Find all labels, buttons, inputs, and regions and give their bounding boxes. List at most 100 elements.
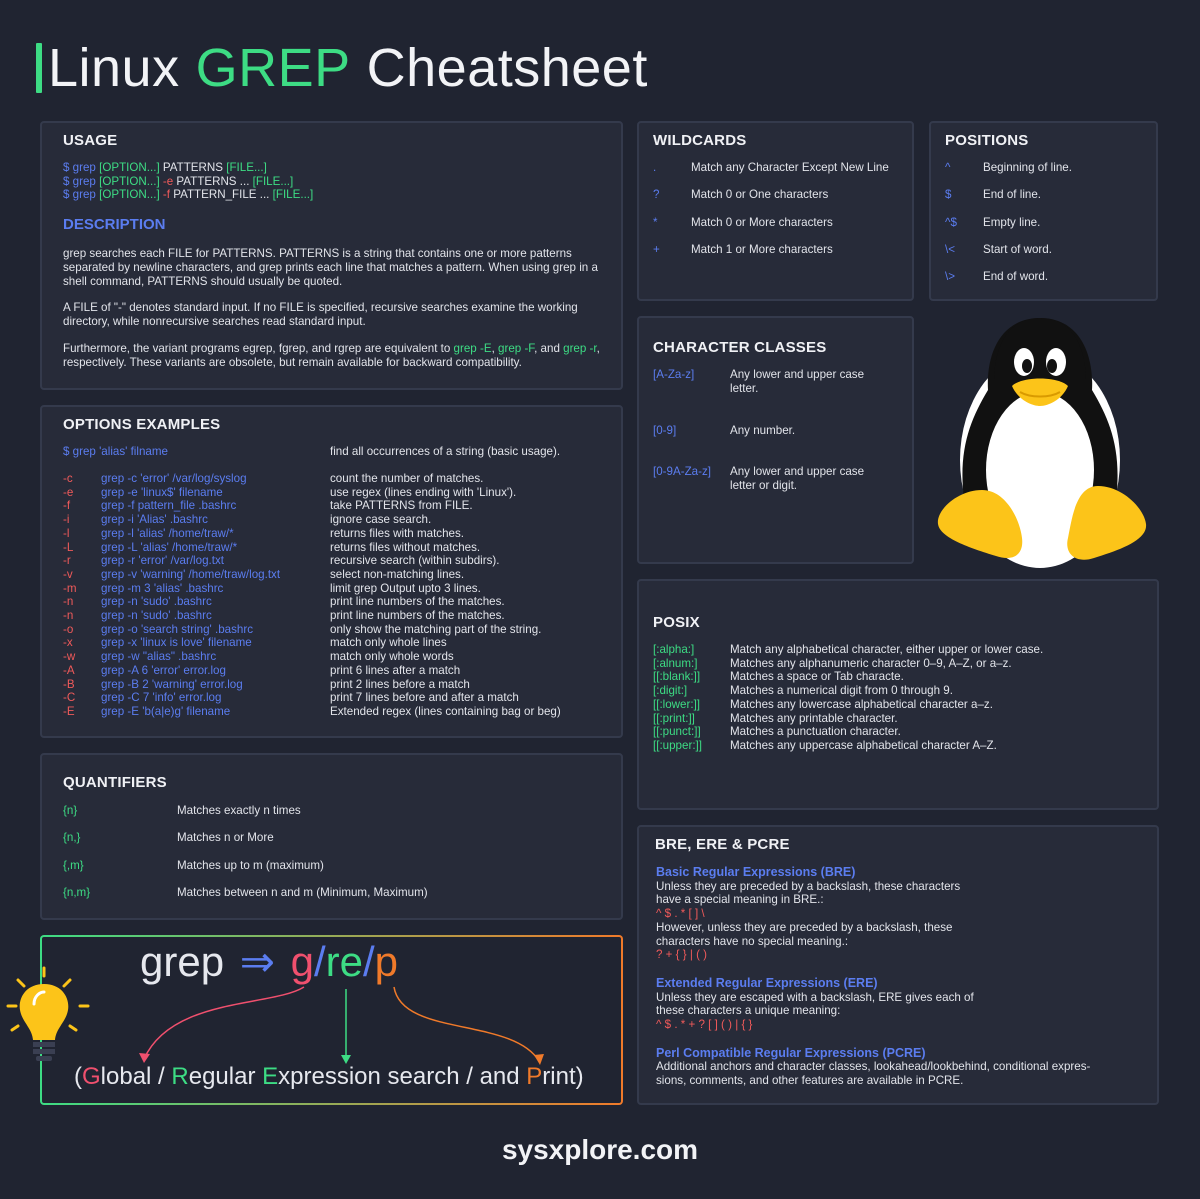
character-class-description-cont: letter or digit. bbox=[730, 478, 798, 492]
option-flag: -c bbox=[63, 472, 73, 485]
option-description: Extended regex (lines containing bag or … bbox=[330, 704, 561, 718]
position-symbol: ^ bbox=[945, 161, 951, 174]
quantifiers-heading: QUANTIFIERS bbox=[63, 774, 167, 791]
option-command: grep -n 'sudo' .bashrc bbox=[101, 609, 212, 622]
usage-flag: -e bbox=[159, 174, 174, 188]
option-command: grep -w "alias" .bashrc bbox=[101, 650, 217, 664]
option-description: returns files without matches. bbox=[330, 540, 481, 554]
option-command: grep -o 'search string' .bashrc bbox=[101, 622, 253, 636]
character-class-description: Any lower and upper case bbox=[730, 368, 865, 381]
title-suffix: Cheatsheet bbox=[366, 38, 648, 98]
wildcard-description: Match 0 or More characters bbox=[691, 215, 833, 229]
option-description: take PATTERNS from FILE. bbox=[330, 499, 473, 513]
usage-line: $ grep [OPTION...] PATTERNS [FILE...] bbox=[63, 161, 313, 175]
ere-special-chars: ^ $ . * + ? [ ] ( ) | { } bbox=[656, 1018, 753, 1032]
option-command: grep -c 'error' /var/log/syslog bbox=[101, 472, 247, 485]
wildcard-symbol: * bbox=[653, 215, 658, 229]
option-description: match only whole words bbox=[330, 650, 454, 664]
posix-description: Matches a numerical digit from 0 through… bbox=[730, 684, 953, 698]
usage-line: $ grep [OPTION...] -e PATTERNS ... [FILE… bbox=[63, 175, 313, 189]
quantifier-symbol: {,m} bbox=[63, 858, 84, 872]
usage-file: [FILE...] bbox=[272, 188, 314, 202]
option-flag: -C bbox=[63, 691, 76, 705]
position-description: Empty line. bbox=[983, 215, 1041, 229]
option-flag: -x bbox=[63, 636, 73, 650]
option-command: grep -E 'b(a|e)g' filename bbox=[101, 704, 231, 718]
posix-description: Matches any lowercase alphabetical chara… bbox=[730, 697, 993, 711]
usage-rest: PATTERNS ... bbox=[173, 174, 253, 188]
usage-rest: PATTERNS bbox=[159, 161, 227, 174]
wildcards-panel: WILDCARDS . Match any Character Except Ne… bbox=[637, 121, 914, 301]
posix-description: Matches any alphanumeric character 0–9, … bbox=[730, 656, 1012, 670]
usage-cmd: $ grep bbox=[63, 174, 96, 188]
description-paragraph-2: A FILE of "-" denotes standard input. If… bbox=[63, 301, 578, 329]
options-row: -C grep -C 7 'info' error.log print 7 line… bbox=[63, 691, 623, 705]
option-description: recursive search (within subdirs). bbox=[330, 554, 500, 568]
quantifier-description: Matches between n and m (Minimum, Maximu… bbox=[177, 885, 428, 899]
option-description: match only whole lines bbox=[330, 636, 447, 650]
regex-flavors-panel: BRE, ERE & PCRE Basic Regular Expression… bbox=[637, 825, 1159, 1105]
option-command: grep -x 'linux is love' filename bbox=[101, 636, 252, 650]
option-description: print line numbers of the matches. bbox=[330, 609, 505, 622]
usage-option: [OPTION...] bbox=[99, 161, 160, 174]
regex-heading: BRE, ERE & PCRE bbox=[655, 836, 790, 853]
option-command: grep -f pattern_file .bashrc bbox=[101, 499, 237, 513]
option-flag: -l bbox=[63, 526, 70, 540]
options-panel: OPTIONS EXAMPLES $ grep 'alias' filname … bbox=[40, 405, 623, 738]
usage-heading: USAGE bbox=[63, 132, 118, 149]
bre-line-4: characters have no special meaning.: bbox=[656, 934, 849, 948]
posix-class: [[:lower:]] bbox=[653, 697, 701, 711]
bre-line-3: However, unless they are preceded by a b… bbox=[656, 920, 953, 934]
options-row: -f grep -f pattern_file .bashrc take PATTE… bbox=[63, 499, 623, 513]
option-description: returns files with matches. bbox=[330, 526, 465, 540]
option-flag: -L bbox=[63, 540, 74, 554]
position-description: Start of word. bbox=[983, 242, 1052, 256]
quantifiers-panel: QUANTIFIERS {n} Matches exactly n times {n… bbox=[40, 753, 623, 920]
wildcards-heading: WILDCARDS bbox=[653, 132, 747, 149]
character-class-symbol: [0-9] bbox=[653, 424, 677, 437]
posix-panel: POSIX [:alpha:] Match any alphabetical ch… bbox=[637, 579, 1159, 810]
posix-heading: POSIX bbox=[653, 614, 700, 631]
position-symbol: ^$ bbox=[945, 215, 957, 229]
usage-line: $ grep [OPTION...] -f PATTERN_FILE ... [… bbox=[63, 188, 313, 202]
posix-description: Matches any printable character. bbox=[730, 711, 898, 725]
usage-file: [FILE...] bbox=[226, 161, 267, 174]
option-description: print 2 lines before a match bbox=[330, 677, 470, 691]
option-flag: -v bbox=[63, 567, 73, 581]
character-classes-panel: CHARACTER CLASSES [A-Za-z] Any lower and … bbox=[637, 316, 914, 564]
usage-file: [FILE...] bbox=[252, 174, 294, 188]
pcre-line-1: Additional anchors and character classes… bbox=[656, 1060, 1091, 1074]
description-body: grep searches each FILE for PATTERNS. PA… bbox=[63, 247, 613, 370]
page-title: Linux GREP Cheatsheet bbox=[36, 36, 648, 100]
posix-description: Matches a space or Tab characte. bbox=[730, 670, 904, 684]
options-row: -B grep -B 2 'warning' error.log print 2 l… bbox=[63, 678, 623, 692]
posix-class: [:digit:] bbox=[653, 684, 688, 698]
option-command: grep -v 'warning' /home/traw/log.txt bbox=[101, 567, 281, 581]
option-description: count the number of matches. bbox=[330, 472, 484, 485]
description-paragraph-3: Furthermore, the variant programs egrep,… bbox=[63, 341, 600, 369]
lightbulb-icon bbox=[6, 966, 90, 1061]
wildcard-description: Match 0 or One characters bbox=[691, 188, 829, 202]
option-description: print 7 lines before and after a match bbox=[330, 691, 519, 705]
arrow-g bbox=[143, 986, 305, 1060]
usage-cmd: $ grep bbox=[63, 161, 96, 174]
description-paragraph-1: grep searches each FILE for PATTERNS. PA… bbox=[63, 247, 598, 288]
bre-plain-chars: ? + { } | ( ) bbox=[656, 948, 708, 962]
options-row: -e grep -e 'linux$' filename use regex (li… bbox=[63, 486, 623, 500]
options-row: -r grep -r 'error' /var/log.txt recursive … bbox=[63, 554, 623, 568]
regex-body: Basic Regular Expressions (BRE) Unless t… bbox=[656, 865, 1151, 1088]
options-row: -E grep -E 'b(a|e)g' filename Extended reg… bbox=[63, 705, 623, 719]
option-flag: -w bbox=[63, 650, 76, 664]
option-flag: -e bbox=[63, 485, 74, 499]
wildcard-description: Match 1 or More characters bbox=[691, 242, 833, 256]
option-command: grep -m 3 'alias' .bashrc bbox=[101, 581, 224, 595]
options-row: -c grep -c 'error' /var/log/syslog count t… bbox=[63, 472, 623, 486]
title-highlight: GREP bbox=[195, 38, 351, 98]
wildcard-symbol: + bbox=[653, 242, 660, 256]
tux-penguin-icon bbox=[937, 318, 1147, 568]
ere-line-2: these characters a unique meaning: bbox=[656, 1004, 841, 1018]
posix-class: [:alpha:] bbox=[653, 643, 695, 656]
character-class-description: Any lower and upper case bbox=[730, 465, 865, 478]
options-row: -L grep -L 'alias' /home/traw/* returns fi… bbox=[63, 541, 623, 555]
posix-class: [[:punct:]] bbox=[653, 725, 701, 739]
